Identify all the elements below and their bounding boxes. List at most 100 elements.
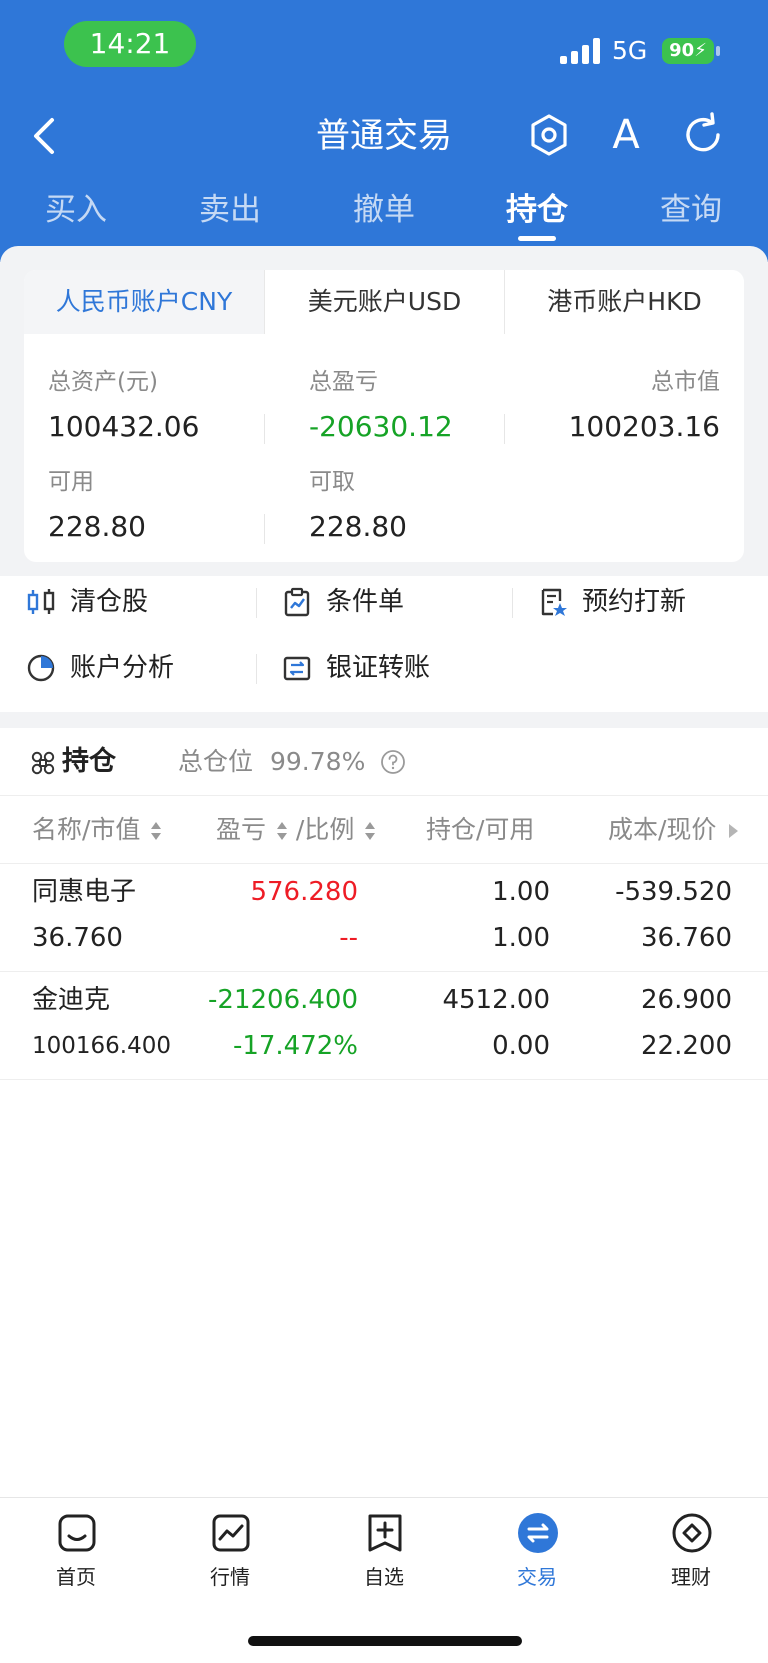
stock-price: 22.200 [641,1031,732,1061]
divider [256,588,257,618]
stock-cost: -539.520 [615,877,732,907]
total-assets-label: 总资产(元) [48,369,158,395]
battery-level: 90 [669,40,695,61]
tab-sell[interactable]: 卖出 [170,186,290,242]
withdrawable-value: 228.80 [309,510,407,543]
holdings-section: 持仓 总仓位 99.78% 名称/市值 盈亏 /比例 持仓/可用 成本/现价 同… [0,728,768,1496]
col-cost-price-label: 成本/现价 [608,815,717,844]
shortcut-label: 条件单 [326,587,405,617]
stock-available: 1.00 [492,923,550,953]
withdrawable-label: 可取 [309,469,355,495]
divider [512,588,513,618]
total-assets-value: 100432.06 [48,410,200,443]
tabbar-label: 行情 [210,1565,250,1589]
col-position-available: 持仓/可用 [426,815,535,844]
tab-positions[interactable]: 持仓 [477,186,597,242]
shortcut-label: 清仓股 [70,587,149,617]
sort-icon [365,822,376,840]
col-name-value-label: 名称/市值 [32,815,141,844]
nav-bar: 普通交易 A [0,100,768,172]
home-icon [58,1514,96,1552]
stock-pl-ratio: -- [339,923,358,953]
tabbar-label: 交易 [517,1565,557,1589]
sort-icon [151,822,162,840]
main-content: 人民币账户CNY 美元账户USD 港币账户HKD 总资产(元) 100432.0… [0,246,768,1496]
tabbar-label: 首页 [56,1565,96,1589]
battery-cap [716,46,720,56]
clear-position-icon [27,589,55,614]
position-ratio-value: 99.78% [270,747,366,776]
help-icon[interactable] [380,749,406,775]
holdings-column-header: 名称/市值 盈亏 /比例 持仓/可用 成本/现价 [0,796,768,864]
refresh-icon[interactable] [678,110,728,160]
account-card: 人民币账户CNY 美元账户USD 港币账户HKD 总资产(元) 100432.0… [24,270,744,562]
holding-row[interactable]: 金迪克 100166.400 -21206.400 -17.472% 4512.… [0,972,768,1080]
network-type: 5G [612,36,648,65]
position-ratio-label: 总仓位 [178,747,254,776]
col-ratio-label: /比例 [295,815,355,844]
tab-buy[interactable]: 买入 [16,186,136,242]
conditional-order-icon [284,587,310,617]
available-label: 可用 [48,469,94,495]
watchlist-add-icon [368,1514,402,1552]
holdings-header: 持仓 总仓位 99.78% [0,728,768,796]
divider [504,414,505,444]
account-tab-hkd[interactable]: 港币账户HKD [504,270,744,334]
shortcut-label: 账户分析 [70,653,175,683]
col-name-value[interactable]: 名称/市值 [32,796,162,864]
stock-position: 4512.00 [442,985,550,1015]
available-value: 228.80 [48,510,146,543]
tabbar-watchlist[interactable]: 自选 [324,1512,444,1602]
market-value-label: 总市值 [651,369,720,395]
divider [264,514,265,544]
bank-transfer-icon [283,656,311,681]
col-cost-price[interactable]: 成本/现价 [608,796,740,864]
wealth-icon [672,1513,712,1553]
command-grid-icon [31,751,55,775]
tab-cancel[interactable]: 撤单 [324,186,444,242]
font-size-icon[interactable]: A [600,110,652,160]
ipo-reservation-icon [541,588,567,616]
market-value-value: 100203.16 [568,410,720,443]
account-tab-cny[interactable]: 人民币账户CNY [24,270,264,334]
tabbar-label: 理财 [671,1565,711,1589]
tabbar-trade[interactable]: 交易 [477,1512,597,1602]
holdings-title: 持仓 [62,746,116,777]
shortcut-label: 预约打新 [582,587,687,617]
stock-cost: 26.900 [641,985,732,1015]
stock-name: 同惠电子 [32,877,137,907]
divider [264,414,265,444]
stock-pl: 576.280 [250,877,358,907]
stock-market-value: 36.760 [32,923,123,953]
shortcut-grid: 清仓股 条件单 预约打新 账户分析 银证转账 [0,576,768,712]
holding-row[interactable]: 同惠电子 36.760 576.280 -- 1.00 1.00 -539.52… [0,864,768,972]
divider [256,654,257,684]
status-time: 14:21 [64,21,196,67]
shortcut-label: 银证转账 [326,653,431,683]
status-bar: 14:21 5G 90⚡ [0,0,768,90]
home-indicator[interactable] [248,1636,522,1646]
page-title: 普通交易 [316,116,452,156]
pie-chart-icon [27,654,55,682]
tabbar-market[interactable]: 行情 [170,1512,290,1602]
scroll-right-icon [729,824,739,838]
settings-hexagon-icon[interactable] [526,112,572,158]
tabbar-label: 自选 [364,1565,404,1589]
tab-query[interactable]: 查询 [631,186,751,242]
trade-tabs: 买入 卖出 撤单 持仓 查询 [0,186,768,246]
stock-pl: -21206.400 [208,985,358,1015]
trade-exchange-icon [518,1513,558,1553]
account-tabs: 人民币账户CNY 美元账户USD 港币账户HKD [24,270,744,334]
account-tab-usd[interactable]: 美元账户USD [264,270,504,334]
tabbar-home[interactable]: 首页 [16,1512,136,1602]
sort-icon [276,822,287,840]
stock-name: 金迪克 [32,985,111,1015]
stock-position: 1.00 [492,877,550,907]
back-icon[interactable] [22,112,70,160]
col-pl-ratio[interactable]: 盈亏 /比例 [216,796,376,864]
tabbar-wealth[interactable]: 理财 [631,1512,751,1602]
battery-icon: 90⚡ [662,38,714,64]
market-chart-icon [212,1514,250,1552]
stock-price: 36.760 [641,923,732,953]
charging-bolt-icon: ⚡ [694,40,707,61]
